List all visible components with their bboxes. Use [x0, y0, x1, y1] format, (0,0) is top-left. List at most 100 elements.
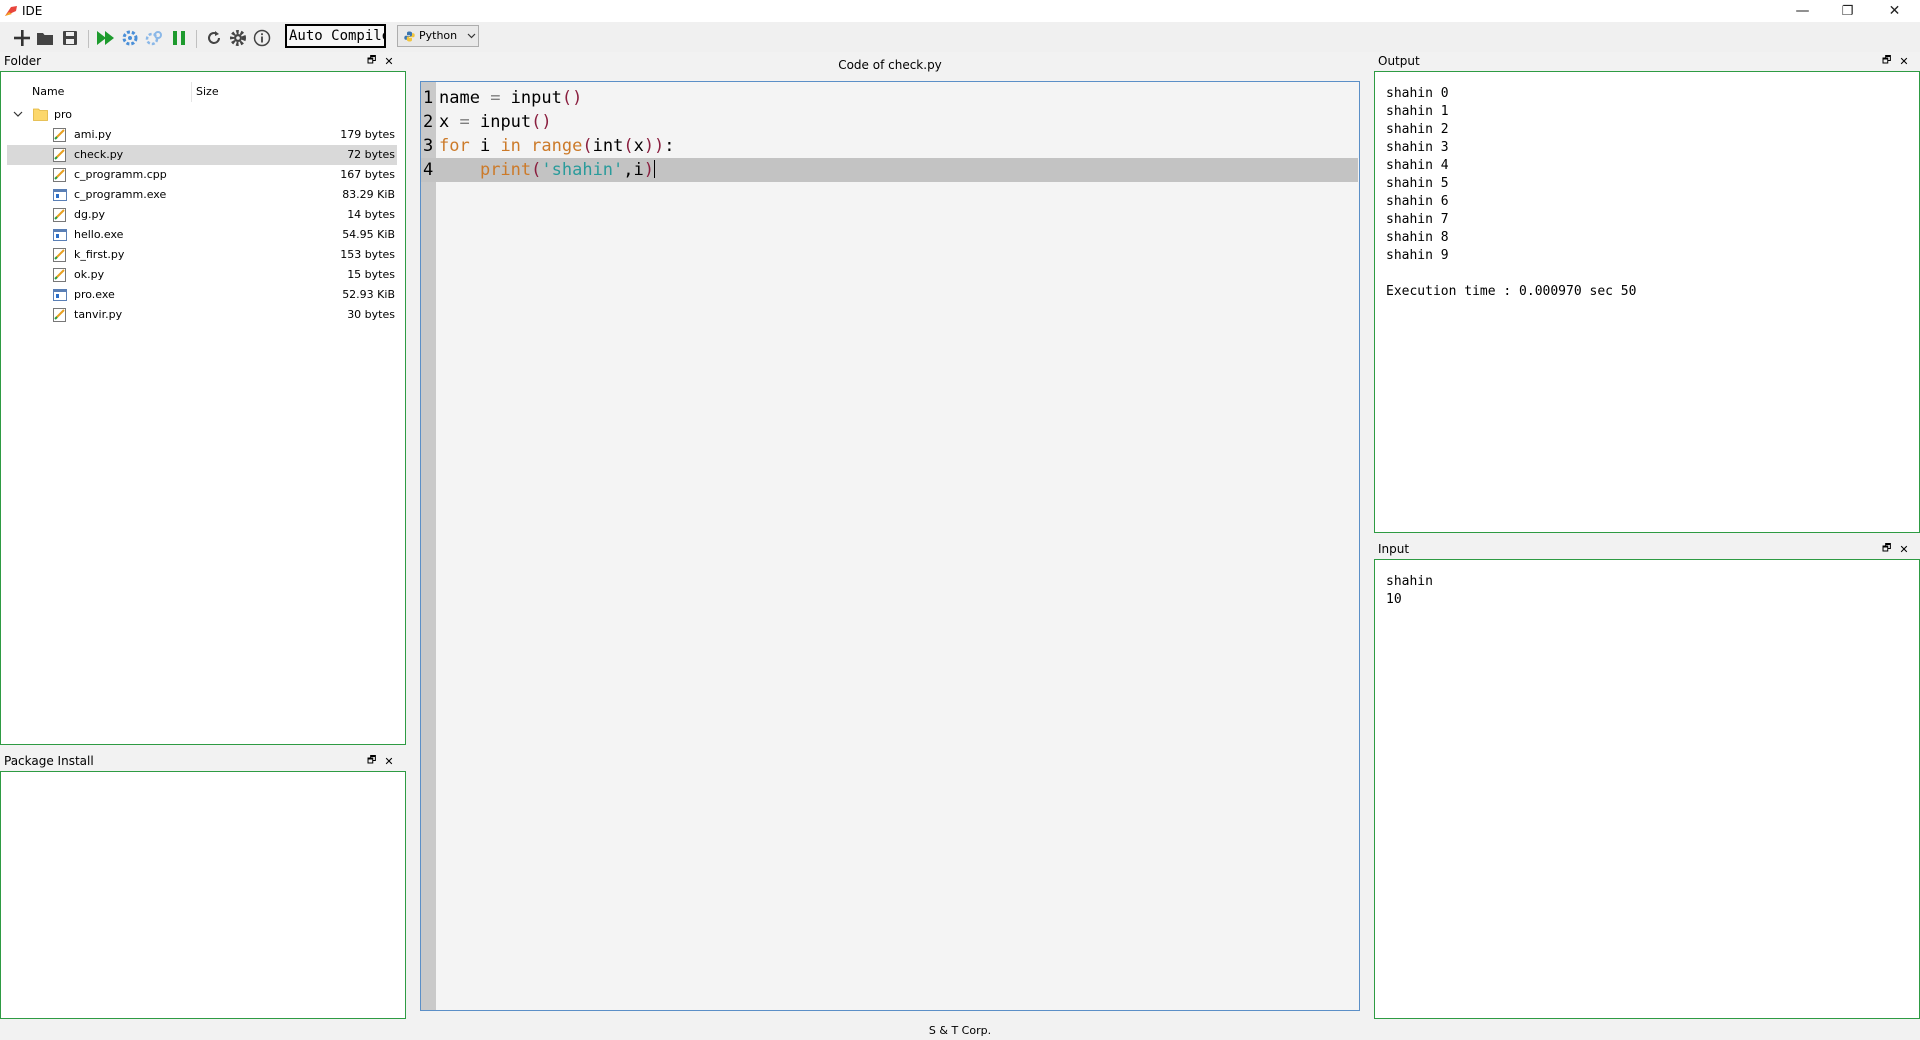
tree-folder-row[interactable]: pro: [7, 105, 397, 125]
file-size: 72 bytes: [347, 148, 395, 161]
language-select[interactable]: Python: [397, 25, 479, 47]
code-line[interactable]: 2 x = input(): [421, 110, 1358, 134]
file-name: tanvir.py: [74, 308, 123, 321]
file-name: ami.py: [74, 128, 112, 141]
file-name: c_programm.cpp: [74, 168, 167, 181]
language-select-value: Python: [419, 29, 458, 42]
code-text: x = input(): [439, 112, 552, 132]
chevron-down-icon[interactable]: [13, 111, 23, 118]
file-name: k_first.py: [74, 248, 125, 261]
info-icon[interactable]: [252, 28, 272, 48]
file-row[interactable]: ok.py 15 bytes: [7, 265, 397, 285]
close-panel-button[interactable]: ✕: [1899, 55, 1908, 68]
code-text: name = input(): [439, 88, 583, 108]
output-text: shahin 0 shahin 1 shahin 2 shahin 3 shah…: [1386, 86, 1637, 299]
file-name: ok.py: [74, 268, 105, 281]
float-panel-button[interactable]: 🗗: [367, 53, 376, 70]
file-name: dg.py: [74, 208, 105, 221]
script-file-icon: [53, 308, 66, 322]
file-row[interactable]: ami.py 179 bytes: [7, 125, 397, 145]
code-text: for i in range(int(x)):: [439, 136, 675, 156]
folder-panel-title: Folder: [4, 54, 42, 68]
title-bar: IDE — ❐ ✕: [0, 0, 1920, 22]
settings-icon[interactable]: [228, 28, 248, 48]
executable-icon: [53, 189, 67, 201]
code-line[interactable]: 3 for i in range(int(x)):: [421, 134, 1358, 158]
output-panel-controls: 🗗 ✕: [1882, 52, 1909, 70]
debug-icon[interactable]: [120, 28, 140, 48]
float-panel-button[interactable]: 🗗: [367, 753, 376, 770]
column-header-size[interactable]: Size: [191, 82, 219, 102]
toolbar-separator: [88, 30, 89, 48]
line-number: 4: [423, 160, 434, 180]
file-size: 15 bytes: [347, 268, 395, 281]
line-number: 1: [423, 88, 434, 108]
file-size: 167 bytes: [340, 168, 395, 181]
float-panel-button[interactable]: 🗗: [1882, 541, 1891, 558]
pause-icon[interactable]: [169, 28, 189, 48]
close-button[interactable]: ✕: [1872, 0, 1917, 22]
input-text[interactable]: shahin 10: [1386, 573, 1433, 609]
executable-icon: [53, 229, 67, 241]
input-panel-controls: 🗗 ✕: [1882, 540, 1909, 558]
open-folder-icon[interactable]: [35, 28, 55, 48]
chevron-down-icon: [467, 33, 476, 39]
code-text: print('shahin',i): [479, 160, 656, 180]
minimize-button[interactable]: —: [1780, 0, 1825, 22]
code-line[interactable]: 1 name = input(): [421, 86, 1358, 110]
input-panel[interactable]: [1374, 559, 1920, 1019]
script-file-icon: [53, 268, 66, 282]
file-size: 153 bytes: [340, 248, 395, 261]
script-file-icon: [53, 128, 66, 142]
run-icon[interactable]: [96, 28, 116, 48]
new-file-icon[interactable]: [12, 28, 32, 48]
script-file-icon: [53, 168, 66, 182]
file-row[interactable]: c_programm.exe 83.29 KiB: [7, 185, 397, 205]
toolbar-separator: [196, 30, 197, 48]
line-number: 3: [423, 136, 434, 156]
file-row[interactable]: tanvir.py 30 bytes: [7, 305, 397, 325]
file-size: 54.95 KiB: [342, 228, 395, 241]
file-size: 83.29 KiB: [342, 188, 395, 201]
maximize-button[interactable]: ❐: [1825, 0, 1870, 22]
folder-panel-controls: 🗗 ✕: [367, 52, 394, 70]
file-name: hello.exe: [74, 228, 124, 241]
file-row[interactable]: k_first.py 153 bytes: [7, 245, 397, 265]
file-name: c_programm.exe: [74, 188, 167, 201]
refresh-icon[interactable]: [204, 28, 224, 48]
folder-name: pro: [54, 108, 72, 121]
code-line-current[interactable]: 4 print('shahin',i): [421, 158, 1358, 182]
file-size: 14 bytes: [347, 208, 395, 221]
file-row[interactable]: hello.exe 54.95 KiB: [7, 225, 397, 245]
ide-window: IDE — ❐ ✕ Auto Compile Python Folder 🗗 ✕…: [0, 0, 1920, 1040]
float-panel-button[interactable]: 🗗: [1882, 53, 1891, 70]
file-name: check.py: [74, 148, 124, 161]
close-panel-button[interactable]: ✕: [1899, 543, 1908, 556]
close-panel-button[interactable]: ✕: [384, 755, 393, 768]
app-logo-icon: [5, 6, 17, 16]
auto-compile-button[interactable]: Auto Compile: [285, 24, 386, 48]
status-footer: S & T Corp.: [928, 1024, 992, 1037]
code-editor[interactable]: 1 name = input() 2 x = input() 3 for i i…: [420, 81, 1360, 1011]
window-title: IDE: [22, 4, 43, 18]
file-row[interactable]: c_programm.cpp 167 bytes: [7, 165, 397, 185]
script-file-icon: [53, 208, 66, 222]
debug-step-icon[interactable]: [144, 28, 164, 48]
save-icon[interactable]: [60, 28, 80, 48]
file-row[interactable]: dg.py 14 bytes: [7, 205, 397, 225]
folder-icon: [33, 108, 48, 121]
file-row[interactable]: pro.exe 52.93 KiB: [7, 285, 397, 305]
file-size: 52.93 KiB: [342, 288, 395, 301]
file-name: pro.exe: [74, 288, 115, 301]
package-install-panel[interactable]: [0, 771, 406, 1019]
file-size: 30 bytes: [347, 308, 395, 321]
column-header-name[interactable]: Name: [32, 85, 64, 98]
file-size: 179 bytes: [340, 128, 395, 141]
editor-title: Code of check.py: [838, 58, 942, 72]
close-panel-button[interactable]: ✕: [384, 55, 393, 68]
output-panel-title: Output: [1378, 54, 1420, 68]
input-panel-title: Input: [1378, 542, 1410, 556]
script-file-icon: [53, 148, 66, 162]
text-cursor: [654, 160, 656, 178]
file-row[interactable]: check.py 72 bytes: [7, 145, 397, 165]
